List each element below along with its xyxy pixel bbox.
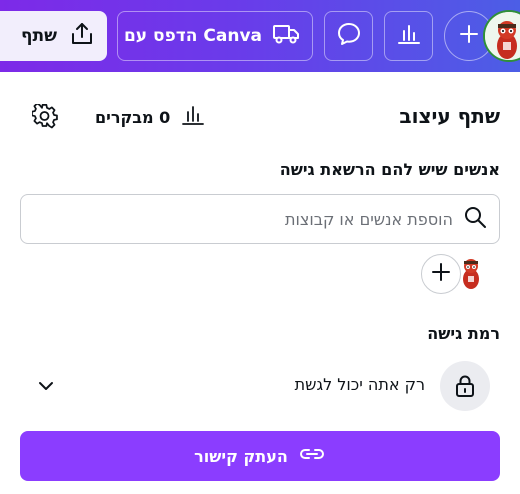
- chevron-down-icon: [36, 376, 56, 396]
- panel-title: שתף עיצוב: [399, 104, 500, 128]
- settings-gear-icon[interactable]: [31, 102, 58, 130]
- share-button[interactable]: שתף: [0, 11, 107, 61]
- link-icon: [298, 444, 326, 468]
- truck-icon: [272, 22, 300, 50]
- access-level-dropdown[interactable]: רק אתה יכול לגשת: [20, 360, 500, 412]
- share-button-label: שתף: [21, 26, 57, 46]
- add-people-search-field[interactable]: [20, 194, 500, 244]
- access-level-label: רמת גישה: [427, 324, 500, 343]
- member-avatar[interactable]: [457, 256, 487, 290]
- user-avatar[interactable]: [483, 10, 520, 62]
- print-button-label: הדפס עם Canva: [123, 26, 262, 46]
- add-people-input[interactable]: [33, 209, 453, 229]
- search-icon: [463, 205, 487, 233]
- analytics-icon: [180, 103, 206, 131]
- plus-icon: [458, 23, 480, 49]
- comments-button[interactable]: [324, 11, 373, 61]
- analytics-button[interactable]: [384, 11, 433, 61]
- people-with-access-label: אנשים שיש להם הרשאת גישה: [279, 160, 500, 179]
- plus-icon: [431, 262, 451, 286]
- print-with-canva-button[interactable]: הדפס עם Canva: [117, 11, 313, 61]
- copy-link-button[interactable]: העתק קישור: [20, 431, 500, 481]
- visitors-label: 0 מבקרים: [95, 107, 171, 127]
- copy-link-label: העתק קישור: [194, 446, 288, 466]
- top-toolbar: שתף הדפס עם Canva: [0, 0, 520, 72]
- comment-icon: [336, 21, 362, 51]
- add-member-button[interactable]: [421, 254, 461, 294]
- analytics-icon: [396, 21, 422, 51]
- visitors-stat[interactable]: 0 מבקרים: [95, 104, 206, 130]
- lock-icon: [440, 361, 490, 411]
- share-upload-icon: [69, 21, 95, 51]
- access-level-value: רק אתה יכול לגשת: [294, 375, 425, 394]
